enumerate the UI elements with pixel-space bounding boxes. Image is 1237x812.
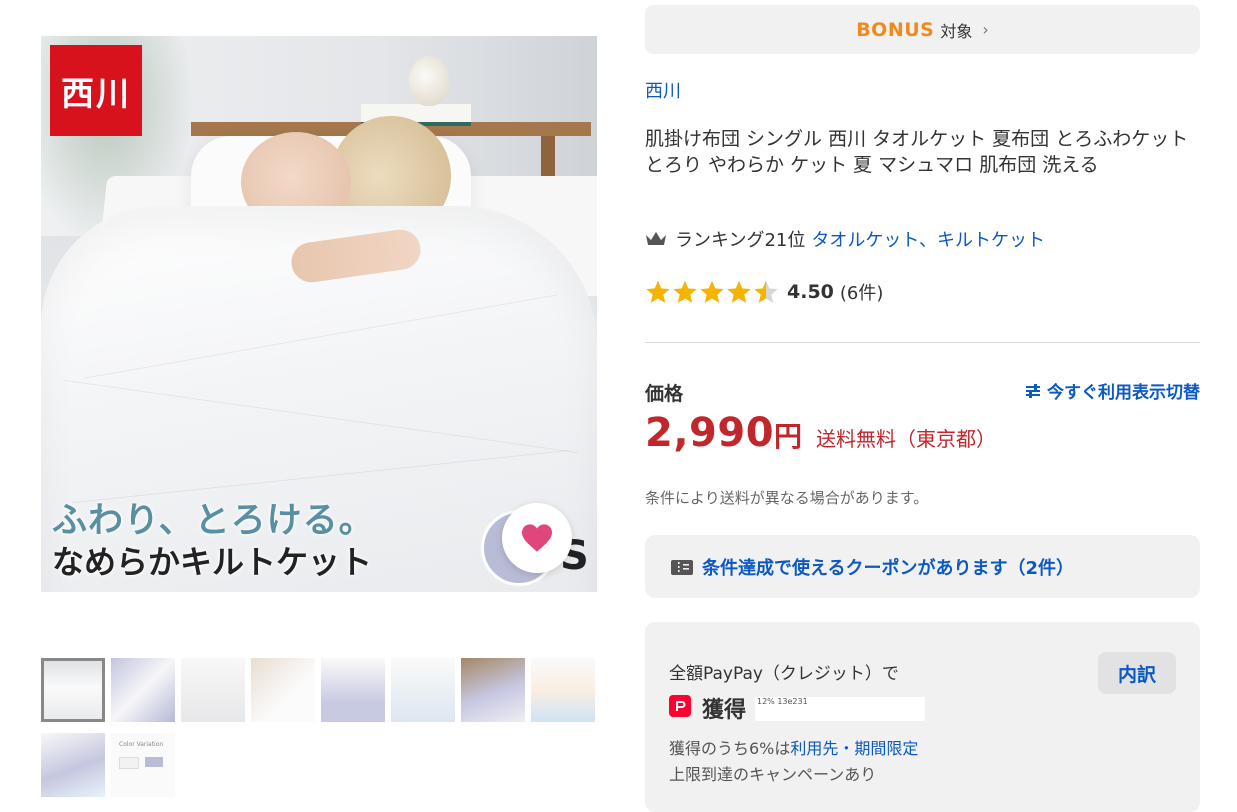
display-switch-link[interactable]: 今すぐ利用表示切替 — [1025, 378, 1200, 403]
usage-limit-link[interactable]: 利用先・期間限定 — [790, 739, 918, 758]
paypay-note-1: 獲得のうち6%は利用先・期間限定 — [669, 735, 918, 759]
product-title: 肌掛け布団 シングル 西川 タオルケット 夏布団 とろふわケット とろり やわら… — [645, 128, 1189, 176]
paypay-method-text: 全額PayPay（クレジット）で — [669, 664, 899, 684]
store-name-link[interactable]: 西川 — [645, 77, 681, 103]
thumbnail-item[interactable] — [181, 658, 245, 722]
rating-row[interactable]: 4.50 (6件) — [645, 279, 883, 305]
earn-points-tiny-text: 12% 13e231 — [757, 697, 808, 706]
earn-points-field: 12% 13e231 — [755, 697, 925, 721]
brand-badge: 西川 — [50, 45, 142, 136]
shipping-condition-note: 条件により送料が異なる場合があります。 — [645, 489, 929, 507]
price-amount: 2,990 — [645, 410, 775, 456]
thumbnail-item[interactable] — [461, 658, 525, 722]
ranking-label: ランキング21位 — [675, 230, 806, 251]
paypay-icon — [669, 695, 691, 717]
sliders-icon — [1026, 383, 1040, 398]
thumbnail-item[interactable] — [111, 658, 175, 722]
shipping-info: 送料無料（東京都） — [816, 427, 997, 451]
thumbnail-item[interactable] — [321, 658, 385, 722]
coupon-text: 条件達成で使えるクーポンがあります（2件） — [702, 557, 1074, 579]
thumbnail-item[interactable] — [251, 658, 315, 722]
review-count-link[interactable]: (6件) — [840, 279, 884, 305]
thumbnail-label: Color Variation — [119, 741, 164, 748]
star-icon — [673, 280, 697, 303]
ranking-row: ランキング21位 タオルケット、キルトケット — [645, 227, 1045, 251]
thumbnail-swatch-purple — [145, 757, 163, 767]
price-currency: 円 — [774, 420, 803, 453]
bonus-banner[interactable]: BONUS 対象 › — [645, 5, 1200, 54]
thumbnail-item[interactable]: Color Variation — [111, 733, 175, 797]
ranking-category-link[interactable]: タオルケット、キルトケット — [811, 226, 1045, 252]
display-switch-label: 今すぐ利用表示切替 — [1047, 383, 1200, 403]
coupon-icon — [671, 559, 693, 575]
half-star-icon — [754, 280, 778, 303]
thumbnail-item[interactable] — [41, 733, 105, 797]
thumbnail-item[interactable] — [531, 658, 595, 722]
thumbnail-swatch-white — [119, 757, 139, 769]
paypay-note-prefix: 獲得のうち6%は — [669, 739, 791, 758]
paypay-panel: 全額PayPay（クレジット）で 内訳 獲得 12% 13e231 獲得のうち6… — [645, 622, 1200, 812]
price-label: 価格 — [645, 383, 684, 405]
favorite-button[interactable] — [502, 503, 572, 573]
bonus-label: 対象 — [940, 21, 973, 41]
coupon-banner[interactable]: 条件達成で使えるクーポンがあります（2件） — [645, 535, 1200, 598]
rating-score: 4.50 — [787, 281, 834, 303]
star-rating — [645, 279, 779, 305]
image-catchcopy-2: なめらかキルトケット — [52, 543, 373, 581]
star-icon — [727, 280, 751, 303]
section-divider — [645, 342, 1200, 343]
paypay-note-2: 上限到達のキャンペーンあり — [669, 765, 877, 784]
bonus-logo-icon: BONUS — [856, 18, 935, 41]
price-row: 2,990 円 送料無料（東京都） — [645, 410, 996, 456]
chevron-right-icon: › — [982, 20, 989, 39]
star-icon — [700, 280, 724, 303]
heart-icon — [522, 524, 552, 552]
image-catchcopy-1: ふわり、とろける。 — [52, 501, 375, 541]
thumbnail-item[interactable] — [391, 658, 455, 722]
crown-icon — [646, 232, 666, 245]
breakdown-button[interactable]: 内訳 — [1098, 652, 1176, 694]
earn-label: 獲得 — [702, 698, 747, 723]
star-icon — [646, 280, 670, 303]
thumbnail-item[interactable] — [41, 658, 105, 722]
image-vase — [409, 56, 449, 106]
